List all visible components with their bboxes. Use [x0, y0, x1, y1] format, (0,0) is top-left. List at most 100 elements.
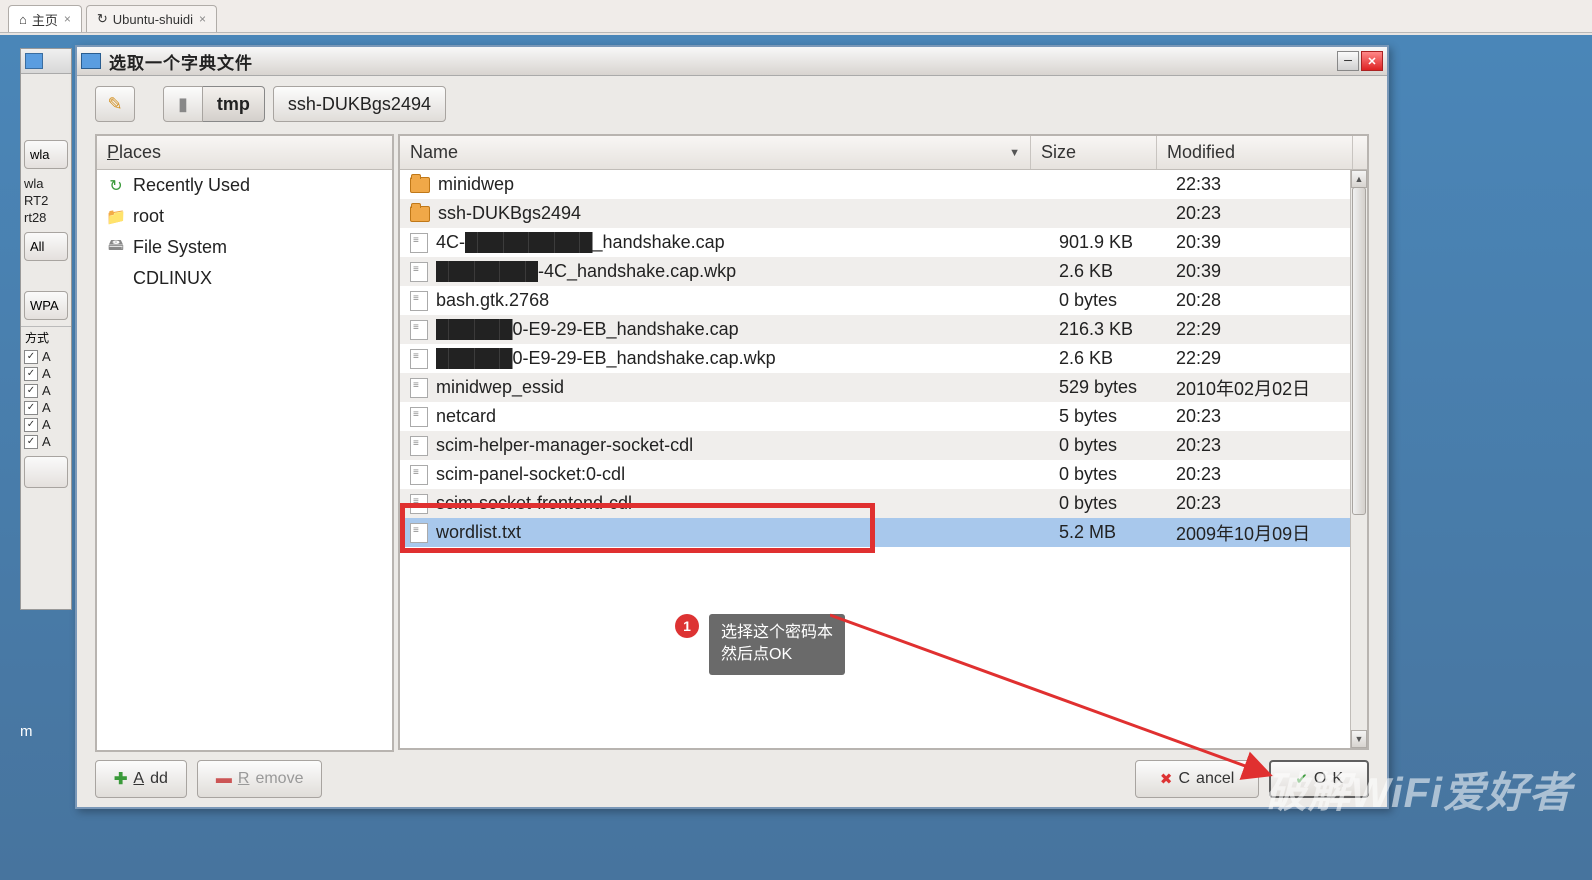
file-modified: 2009年10月09日	[1166, 520, 1367, 546]
minus-icon: ▬	[216, 770, 232, 788]
iface-item[interactable]: RT2	[21, 192, 71, 209]
opt-check[interactable]: ✓A	[21, 416, 71, 433]
place-label: root	[133, 206, 164, 227]
file-name: ██████0-E9-29-EB_handshake.cap.wkp	[436, 348, 776, 369]
ok-button[interactable]: ✔OK	[1269, 760, 1369, 798]
file-icon	[410, 407, 428, 427]
file-row[interactable]: bash.gtk.27680 bytes20:28	[400, 286, 1367, 315]
file-modified: 20:23	[1166, 493, 1367, 514]
cancel-icon: ✖	[1160, 770, 1173, 788]
file-row[interactable]: ssh-DUKBgs249420:23	[400, 199, 1367, 228]
file-name: ██████0-E9-29-EB_handshake.cap	[436, 319, 739, 340]
col-size-header[interactable]: Size	[1031, 136, 1157, 169]
places-panel: Places ↻ Recently Used 📁root🖴File System CD…	[95, 134, 394, 752]
edit-path-button[interactable]: ✎	[95, 86, 135, 122]
file-name: scim-panel-socket:0-cdl	[436, 464, 625, 485]
iface-item[interactable]: rt28	[21, 209, 71, 226]
folder-icon	[410, 177, 430, 193]
file-name: bash.gtk.2768	[436, 290, 549, 311]
file-name: ████████-4C_handshake.cap.wkp	[436, 261, 736, 282]
browser-tabbar: ⌂ 主页 × ↻ Ubuntu-shuidi ×	[0, 0, 1592, 33]
file-row[interactable]: scim-helper-manager-socket-cdl0 bytes20:…	[400, 431, 1367, 460]
scroll-down-button[interactable]: ▼	[1351, 730, 1367, 748]
place-item[interactable]: CDLINUX	[97, 263, 392, 294]
file-row[interactable]: wordlist.txt5.2 MB2009年10月09日	[400, 518, 1367, 547]
folder-icon	[25, 53, 43, 69]
file-row[interactable]: 4C-██████████_handshake.cap901.9 KB20:39	[400, 228, 1367, 257]
file-icon	[410, 291, 428, 311]
file-size: 2.6 KB	[1049, 261, 1166, 282]
col-name-header[interactable]: Name▼	[400, 136, 1031, 169]
file-row[interactable]: scim-panel-socket:0-cdl0 bytes20:23	[400, 460, 1367, 489]
section-label: 方式	[21, 326, 71, 348]
iface-item[interactable]: wla	[21, 175, 71, 192]
places-header[interactable]: Places	[97, 136, 392, 170]
tab-ubuntu[interactable]: ↻ Ubuntu-shuidi ×	[86, 5, 217, 32]
file-modified: 20:39	[1166, 261, 1367, 282]
file-modified: 22:33	[1166, 174, 1367, 195]
file-icon	[410, 233, 428, 253]
blank-button[interactable]	[24, 456, 68, 488]
path-leaf[interactable]: ssh-DUKBgs2494	[273, 86, 446, 122]
file-row[interactable]: minidwep_essid529 bytes2010年02月02日	[400, 373, 1367, 402]
opt-check[interactable]: ✓A	[21, 433, 71, 450]
place-item[interactable]: 🖴File System	[97, 232, 392, 263]
opt-check[interactable]: ✓A	[21, 365, 71, 382]
file-name: scim-socket-frontend-cdl	[436, 493, 632, 514]
file-icon	[410, 436, 428, 456]
disk-icon: ▮	[178, 94, 188, 115]
place-icon: ↻	[107, 177, 125, 195]
refresh-icon: ↻	[97, 11, 108, 27]
place-label: Recently Used	[133, 175, 250, 196]
desktop-label: m	[20, 723, 33, 740]
file-row[interactable]: ██████0-E9-29-EB_handshake.cap216.3 KB22…	[400, 315, 1367, 344]
path-root[interactable]: ▮	[163, 86, 203, 122]
annotation-callout: 1 选择这个密码本 然后点OK	[675, 614, 845, 675]
place-item[interactable]: 📁root	[97, 201, 392, 232]
file-icon	[410, 465, 428, 485]
file-size: 5 bytes	[1049, 406, 1166, 427]
cancel-button[interactable]: ✖Cancel	[1135, 760, 1259, 798]
file-row[interactable]: ██████0-E9-29-EB_handshake.cap.wkp 2.6 KB…	[400, 344, 1367, 373]
file-size: 0 bytes	[1049, 290, 1166, 311]
window-close-button[interactable]: ✕	[1361, 51, 1383, 71]
close-icon[interactable]: ×	[64, 12, 71, 26]
background-app-window: wla wla RT2 rt28 All WPA 方式 ✓A ✓A ✓A ✓A …	[20, 48, 72, 610]
file-name: netcard	[436, 406, 496, 427]
remove-place-button[interactable]: ▬Remove	[197, 760, 323, 798]
file-row[interactable]: minidwep 22:33	[400, 170, 1367, 199]
path-tmp[interactable]: tmp	[203, 86, 265, 122]
pencil-icon: ✎	[107, 94, 122, 115]
folder-icon	[410, 206, 430, 222]
file-row[interactable]: ████████-4C_handshake.cap.wkp 2.6 KB20:39	[400, 257, 1367, 286]
scrollbar[interactable]: ▲ ▼	[1350, 170, 1367, 748]
file-size: 5.2 MB	[1049, 522, 1166, 543]
add-place-button[interactable]: ✚Add	[95, 760, 187, 798]
file-modified: 20:23	[1166, 435, 1367, 456]
scroll-up-button[interactable]: ▲	[1351, 170, 1367, 188]
plus-icon: ✚	[114, 769, 127, 789]
scroll-thumb[interactable]	[1352, 187, 1366, 515]
file-row[interactable]: scim-socket-frontend-cdl0 bytes20:23	[400, 489, 1367, 518]
sort-desc-icon: ▼	[1009, 147, 1020, 159]
opt-check[interactable]: ✓A	[21, 399, 71, 416]
wlan-box[interactable]: wla	[24, 140, 68, 169]
tab-home[interactable]: ⌂ 主页 ×	[8, 5, 82, 32]
file-list-header: Name▼ Size Modified	[400, 136, 1367, 170]
file-name: minidwep_essid	[436, 377, 564, 398]
file-name: minidwep	[438, 174, 514, 195]
dialog-titlebar[interactable]: 选取一个字典文件 ─ ✕	[77, 47, 1387, 76]
opt-check[interactable]: ✓A	[21, 348, 71, 365]
close-icon[interactable]: ×	[199, 12, 206, 26]
opt-check[interactable]: ✓A	[21, 382, 71, 399]
dialog-title: 选取一个字典文件	[109, 49, 253, 74]
all-button[interactable]: All	[24, 232, 68, 261]
file-size: 2.6 KB	[1049, 348, 1166, 369]
place-item[interactable]: ↻ Recently Used	[97, 170, 392, 201]
wpa-button[interactable]: WPA	[24, 291, 68, 320]
minimize-button[interactable]: ─	[1337, 51, 1359, 71]
file-icon	[410, 523, 428, 543]
file-row[interactable]: netcard5 bytes20:23	[400, 402, 1367, 431]
place-label: CDLINUX	[133, 268, 212, 289]
col-modified-header[interactable]: Modified	[1157, 136, 1353, 169]
